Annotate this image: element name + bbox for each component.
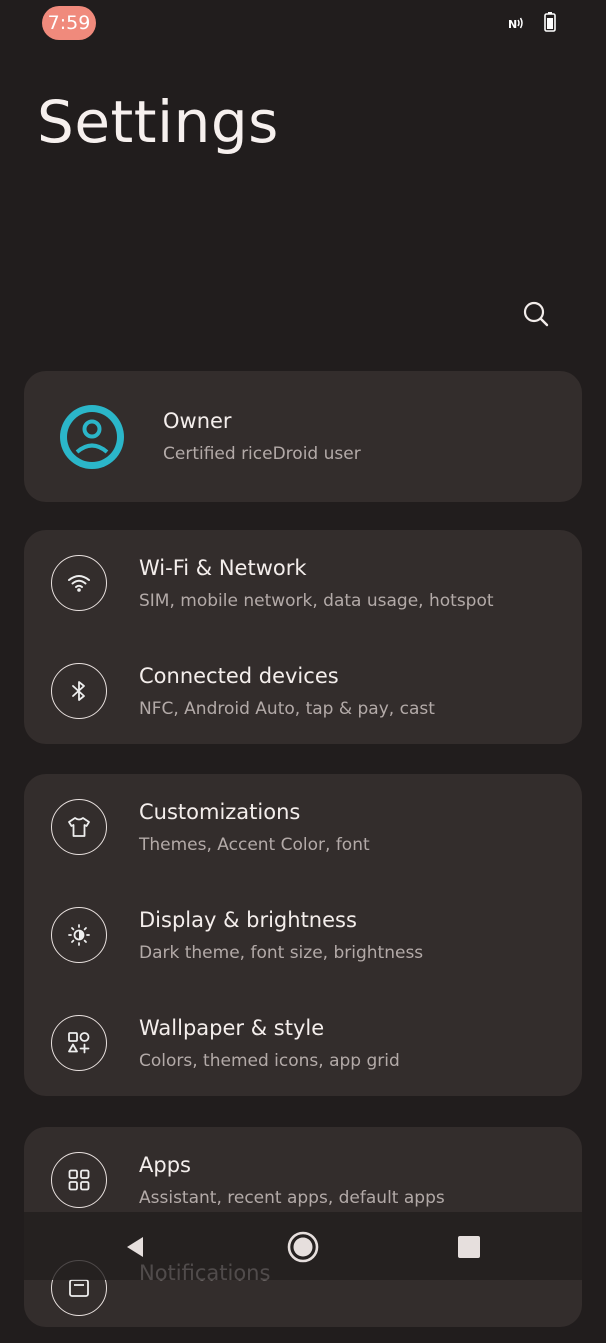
tshirt-icon <box>51 799 107 855</box>
search-icon <box>523 301 549 327</box>
battery-icon <box>544 12 556 36</box>
back-icon <box>127 1237 143 1257</box>
settings-item-wallpaper-style[interactable]: Wallpaper & style Colors, themed icons, … <box>24 990 582 1098</box>
page-title: Settings <box>37 88 279 156</box>
item-title: Apps <box>139 1153 191 1177</box>
home-button[interactable] <box>286 1230 320 1264</box>
item-subtitle: Colors, themed icons, app grid <box>139 1051 400 1071</box>
owner-card[interactable]: Owner Certified riceDroid user <box>24 371 582 502</box>
wallpaper-shapes-icon <box>51 1015 107 1071</box>
item-subtitle: Dark theme, font size, brightness <box>139 943 424 963</box>
account-circle-icon <box>57 402 127 472</box>
item-subtitle: Assistant, recent apps, default apps <box>139 1188 445 1208</box>
owner-name: Owner <box>163 409 232 433</box>
settings-item-display-brightness[interactable]: Display & brightness Dark theme, font si… <box>24 882 582 990</box>
item-subtitle: SIM, mobile network, data usage, hotspot <box>139 591 494 611</box>
item-title: Wallpaper & style <box>139 1016 325 1040</box>
bluetooth-icon <box>51 663 107 719</box>
status-time[interactable]: 7:59 <box>42 6 96 40</box>
item-title: Display & brightness <box>139 908 357 932</box>
home-icon <box>287 1231 319 1263</box>
item-title: Wi-Fi & Network <box>139 556 307 580</box>
settings-item-customizations[interactable]: Customizations Themes, Accent Color, fon… <box>24 774 582 882</box>
settings-item-wifi-network[interactable]: Wi-Fi & Network SIM, mobile network, dat… <box>24 530 582 638</box>
item-title: Customizations <box>139 800 301 824</box>
settings-group-network: Wi-Fi & Network SIM, mobile network, dat… <box>24 530 582 744</box>
search-button[interactable] <box>516 294 556 334</box>
svg-text:N: N <box>508 18 517 30</box>
item-title: Connected devices <box>139 664 339 688</box>
status-icons: N <box>508 12 556 36</box>
owner-subtitle: Certified riceDroid user <box>163 444 361 464</box>
apps-grid-icon <box>51 1152 107 1208</box>
wifi-icon <box>51 555 107 611</box>
settings-group-style: Customizations Themes, Accent Color, fon… <box>24 774 582 1096</box>
back-button[interactable] <box>118 1230 152 1264</box>
settings-item-connected-devices[interactable]: Connected devices NFC, Android Auto, tap… <box>24 638 582 746</box>
navigation-bar <box>0 1212 606 1280</box>
item-subtitle: Themes, Accent Color, font <box>139 835 370 855</box>
brightness-icon <box>51 907 107 963</box>
recents-button[interactable] <box>452 1230 486 1264</box>
nfc-icon: N <box>508 15 526 34</box>
item-subtitle: NFC, Android Auto, tap & pay, cast <box>139 699 435 719</box>
status-bar: 7:59 N <box>0 0 606 48</box>
recents-icon <box>458 1236 480 1258</box>
